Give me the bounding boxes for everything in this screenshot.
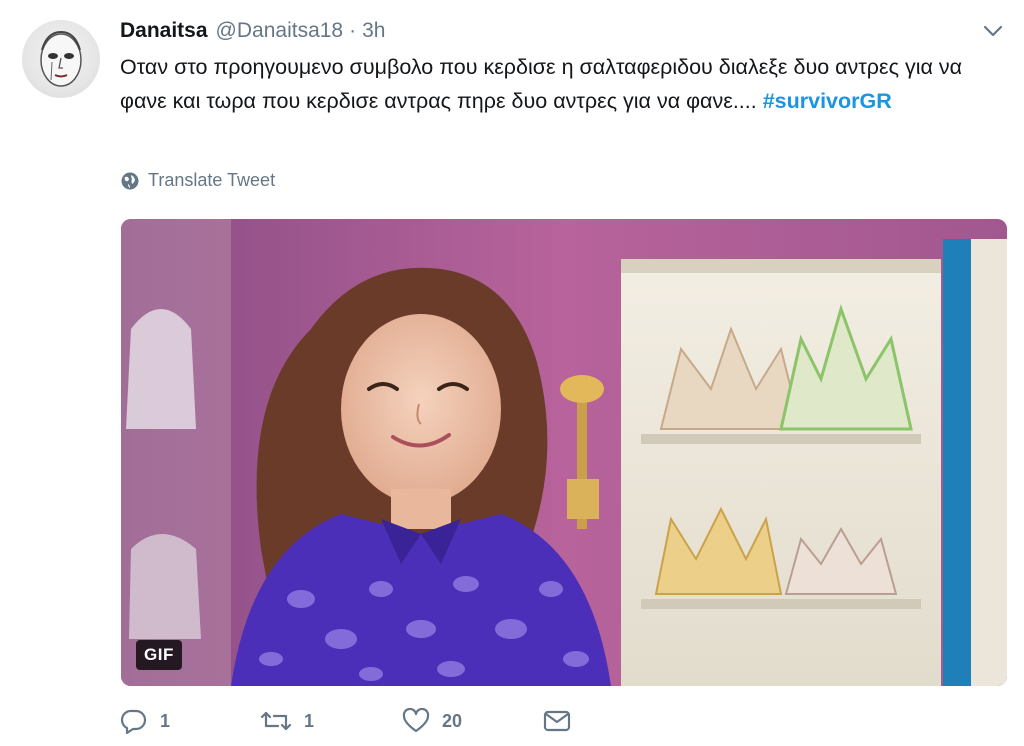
separator-dot: · — [349, 19, 357, 42]
media-gif[interactable]: GIF — [121, 219, 1007, 686]
translate-tweet-link[interactable]: Translate Tweet — [120, 170, 275, 191]
avatar-face-illustration — [40, 30, 82, 87]
like-button[interactable]: 20 — [402, 708, 542, 734]
direct-message-button[interactable] — [542, 709, 584, 733]
author-name[interactable]: Danaitsa — [120, 19, 208, 43]
reply-button[interactable]: 1 — [120, 708, 260, 734]
reply-count: 1 — [160, 710, 171, 731]
tweet-actions: 1 1 20 — [120, 708, 584, 734]
like-count: 20 — [442, 710, 463, 731]
retweet-icon — [260, 711, 292, 731]
globe-icon — [121, 172, 139, 189]
tweet-text: Οταν στο προηγουμενο συμβολο που κερδισε… — [120, 50, 980, 118]
caret-down-icon[interactable] — [982, 22, 1004, 40]
like-icon — [402, 708, 430, 733]
gif-still-frame — [121, 219, 1007, 686]
retweet-button[interactable]: 1 — [260, 709, 402, 733]
hashtag-link[interactable]: #survivorGR — [763, 89, 892, 113]
reply-icon — [120, 709, 147, 734]
avatar[interactable] — [22, 20, 100, 98]
tweet-time[interactable]: 3h — [362, 19, 385, 43]
gif-badge: GIF — [136, 640, 182, 670]
retweet-count: 1 — [304, 710, 315, 731]
translate-label: Translate Tweet — [148, 170, 276, 190]
direct-message-icon — [543, 710, 571, 732]
author-handle[interactable]: @Danaitsa18 — [216, 19, 344, 43]
tweet-header: Danaitsa @Danaitsa18 · 3h — [120, 14, 1004, 48]
